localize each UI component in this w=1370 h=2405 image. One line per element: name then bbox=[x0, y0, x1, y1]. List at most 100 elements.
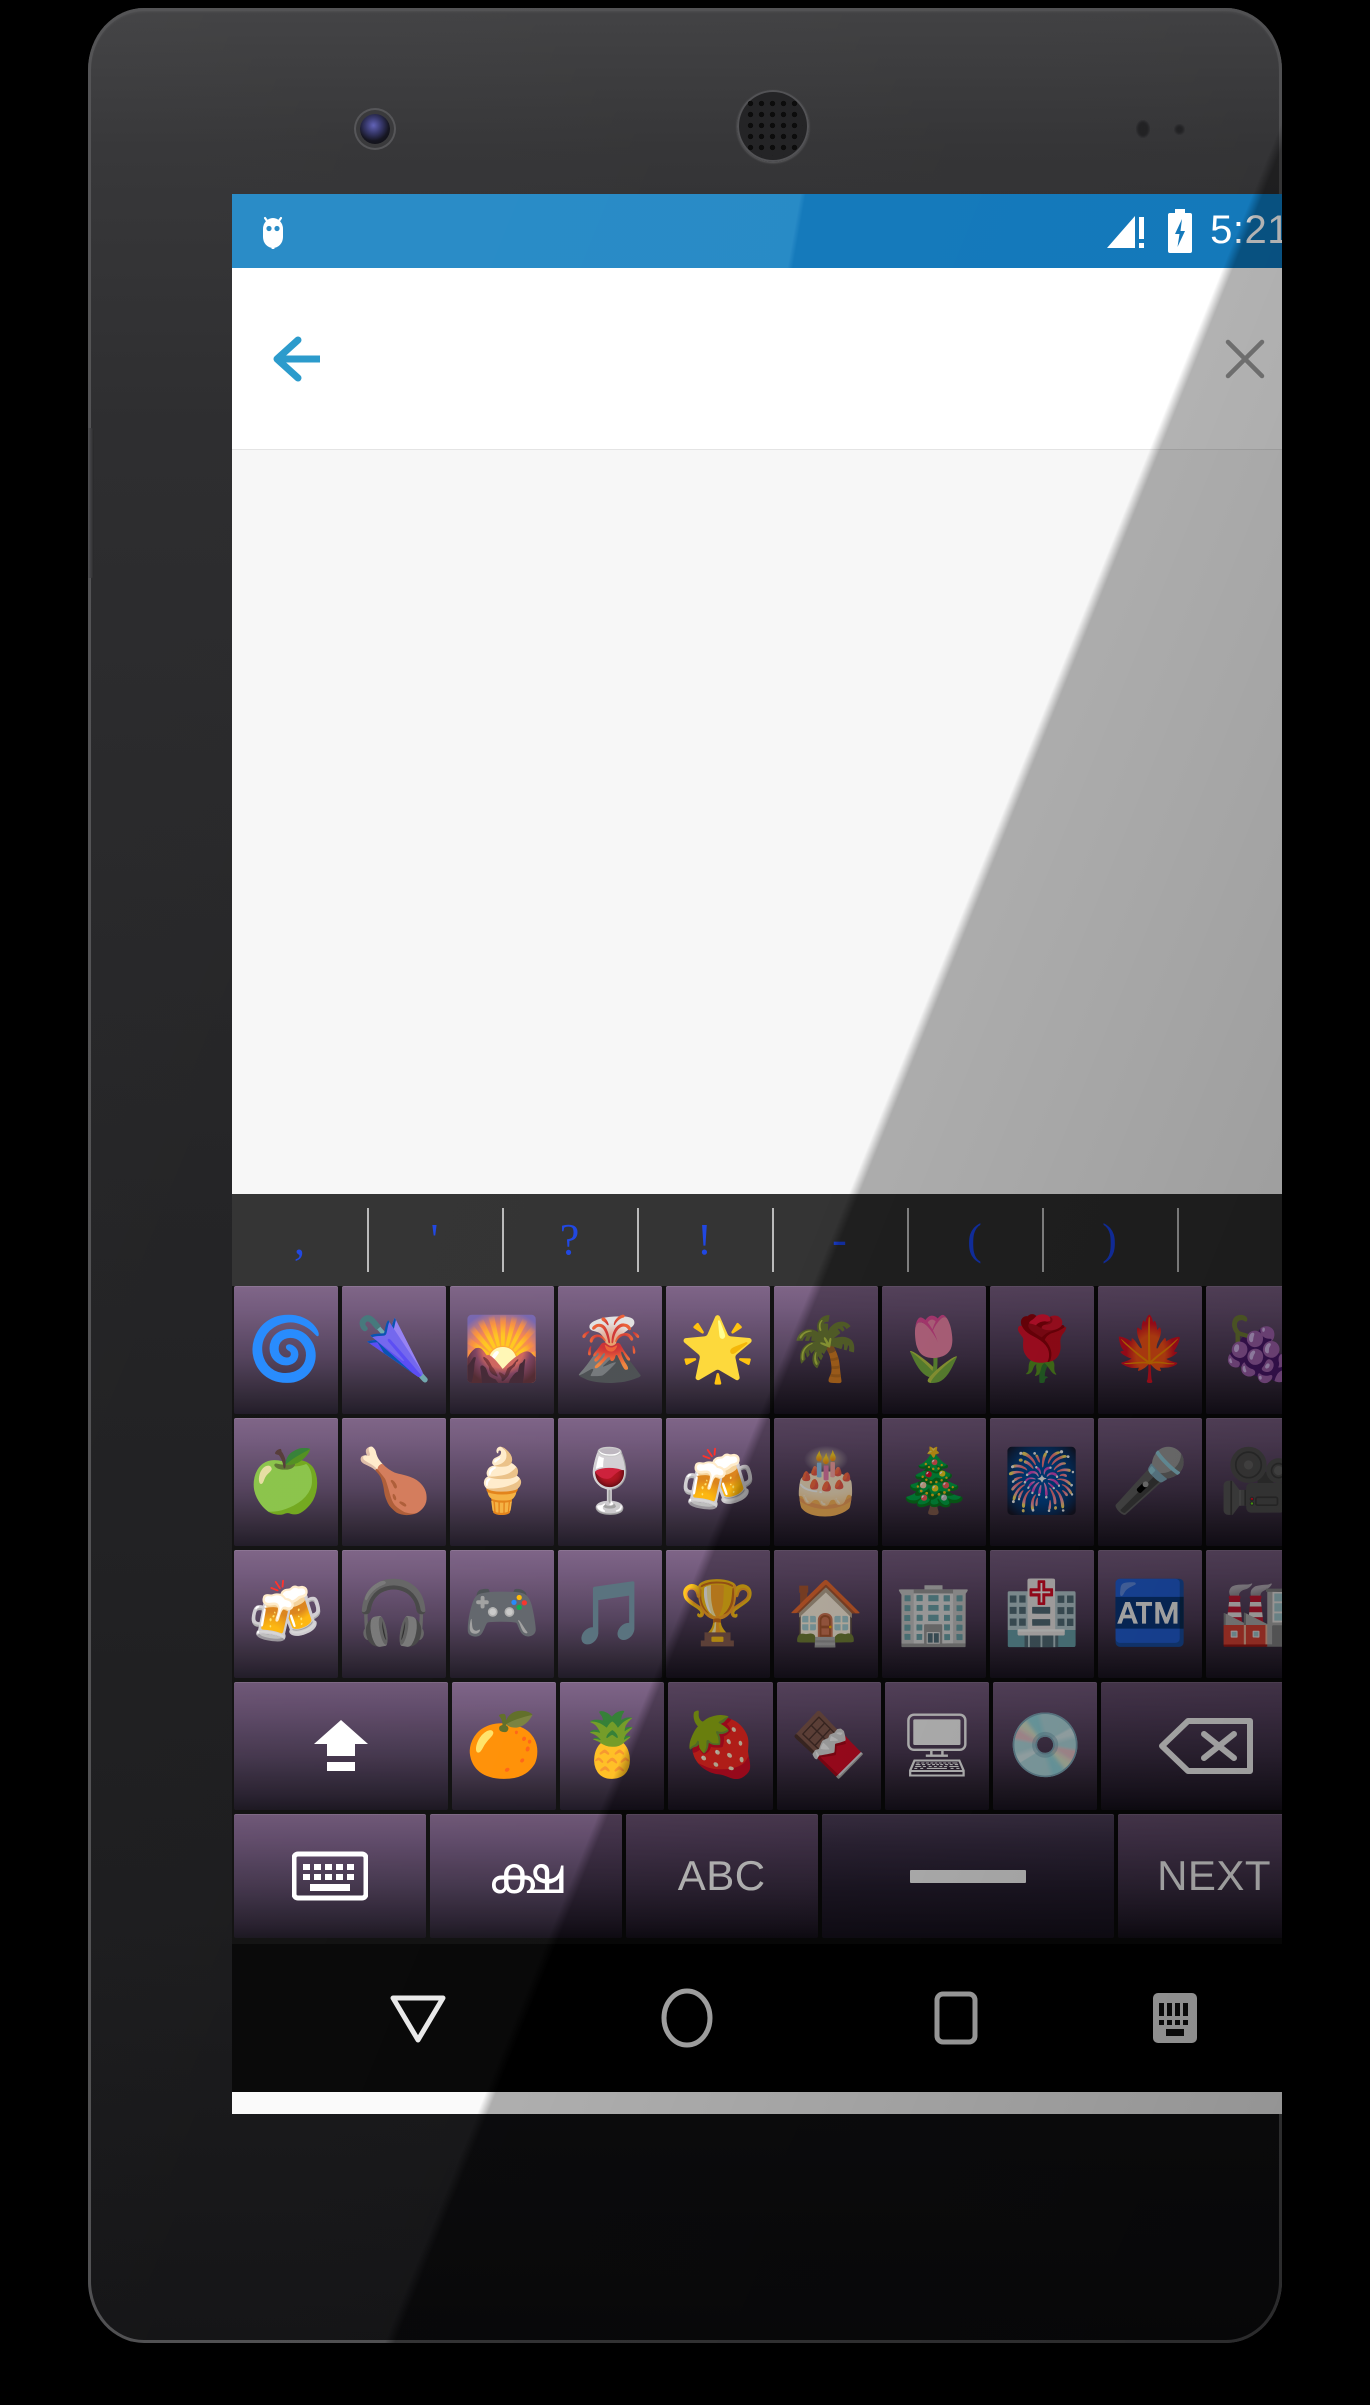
emoji-trophy[interactable]: 🏆 bbox=[666, 1550, 770, 1678]
emoji-closed-umbrella[interactable]: 🌂 bbox=[342, 1286, 446, 1414]
close-x-icon[interactable] bbox=[1222, 336, 1268, 382]
emoji-tangerine[interactable]: 🍊 bbox=[451, 1682, 557, 1810]
emoji-musical-note-glyph: 🎵 bbox=[571, 1579, 649, 1648]
emoji-closed-umbrella-glyph: 🌂 bbox=[355, 1315, 433, 1384]
recents-button[interactable] bbox=[821, 1989, 1090, 2047]
back-arrow-icon[interactable] bbox=[272, 332, 336, 386]
emoji-maple-leaf-glyph: 🍁 bbox=[1111, 1315, 1189, 1384]
emoji-pineapple-glyph: 🍍 bbox=[573, 1711, 651, 1780]
language-switch-key[interactable]: ക്ഷ bbox=[429, 1814, 622, 1938]
emoji-grapes-glyph: 🍇 bbox=[1219, 1315, 1282, 1384]
emoji-palm-tree[interactable]: 🌴 bbox=[774, 1286, 878, 1414]
emoji-grapes[interactable]: 🍇 bbox=[1206, 1286, 1282, 1414]
suggestion-exclamation-mark[interactable]: ! bbox=[637, 1194, 772, 1286]
emoji-glowing-star[interactable]: 🌟 bbox=[666, 1286, 770, 1414]
android-robot-icon bbox=[258, 212, 288, 250]
emoji-office-building[interactable]: 🏢 bbox=[882, 1550, 986, 1678]
emoji-factory-glyph: 🏭 bbox=[1219, 1579, 1282, 1648]
volume-button[interactable] bbox=[88, 428, 94, 578]
emoji-tulip-glyph: 🌷 bbox=[895, 1315, 973, 1384]
emoji-office-building-glyph: 🏢 bbox=[895, 1579, 973, 1648]
keyboard-switch-key[interactable] bbox=[234, 1814, 426, 1938]
emoji-clinking-beer-mugs-glyph: 🍻 bbox=[679, 1447, 757, 1516]
emoji-microphone[interactable]: 🎤 bbox=[1098, 1418, 1202, 1546]
emoji-musical-note[interactable]: 🎵 bbox=[558, 1550, 662, 1678]
suggestion-label: ' bbox=[430, 1215, 439, 1264]
emoji-desktop-computer[interactable]: 🖥 bbox=[884, 1682, 990, 1810]
suggestion-label: ( bbox=[967, 1215, 982, 1264]
phone-device-frame: 5:21 , '?! -() 🌀 🌂 🌄 🌋 🌟 🌴 🌷 🌹 🍁 🍇 🍏 🍗 🍦… bbox=[88, 8, 1282, 2343]
suggestion-hyphen[interactable]: - bbox=[772, 1194, 907, 1286]
emoji-atm-sign-glyph: 🏧 bbox=[1111, 1579, 1189, 1648]
malayalam-script-icon: ക്ഷ bbox=[487, 1846, 565, 1905]
emoji-christmas-tree-glyph: 🎄 bbox=[895, 1447, 973, 1516]
emoji-green-apple[interactable]: 🍏 bbox=[234, 1418, 338, 1546]
emoji-sunrise-over-mountains[interactable]: 🌄 bbox=[450, 1286, 554, 1414]
emoji-keyboard: , '?! - () 🌀 🌂 🌄 🌋 🌟 🌴 🌷 🌹 🍁 🍇 🍏 🍗 🍦 🍷 🍻 🎂 🎄 🎆 🎤 🎥 🍻 🎧 🎮 🎵 🏆 🏠 🏢 🏥 🏧 🏭 🍊 🍍… bbox=[232, 1194, 1282, 1944]
status-bar-left bbox=[258, 212, 288, 250]
circle-icon bbox=[658, 1987, 716, 2049]
emoji-optical-disc[interactable]: 💿 bbox=[993, 1682, 1098, 1810]
shift-key[interactable] bbox=[234, 1682, 448, 1810]
emoji-factory[interactable]: 🏭 bbox=[1206, 1550, 1282, 1678]
emoji-soft-ice-cream-glyph: 🍦 bbox=[463, 1447, 541, 1516]
abc-mode-key[interactable]: ABC bbox=[625, 1814, 818, 1938]
app-bar bbox=[232, 268, 1282, 450]
emoji-volcano-glyph: 🌋 bbox=[571, 1315, 649, 1384]
backspace-icon bbox=[1158, 1715, 1254, 1777]
backspace-key[interactable] bbox=[1101, 1682, 1282, 1810]
emoji-clinking-beer-mugs-2[interactable]: 🍻 bbox=[234, 1550, 338, 1678]
emoji-atm-sign[interactable]: 🏧 bbox=[1098, 1550, 1202, 1678]
emoji-fireworks[interactable]: 🎆 bbox=[990, 1418, 1094, 1546]
emoji-tangerine-glyph: 🍊 bbox=[465, 1711, 543, 1780]
emoji-video-game[interactable]: 🎮 bbox=[450, 1550, 554, 1678]
emoji-hospital[interactable]: 🏥 bbox=[990, 1550, 1094, 1678]
keyboard-indicator[interactable] bbox=[1090, 1989, 1260, 2047]
triangle-down-icon bbox=[387, 1990, 449, 2046]
emoji-pineapple[interactable]: 🍍 bbox=[560, 1682, 665, 1810]
emoji-strawberry[interactable]: 🍓 bbox=[668, 1682, 773, 1810]
emoji-volcano[interactable]: 🌋 bbox=[558, 1286, 662, 1414]
suggestion-close-paren[interactable]: ) bbox=[1042, 1194, 1177, 1286]
emoji-poultry-leg-glyph: 🍗 bbox=[355, 1447, 433, 1516]
keyboard-icon bbox=[1148, 1989, 1202, 2047]
space-key[interactable] bbox=[821, 1814, 1115, 1938]
emoji-christmas-tree[interactable]: 🎄 bbox=[882, 1418, 986, 1546]
emoji-wine-glass[interactable]: 🍷 bbox=[558, 1418, 662, 1546]
emoji-video-game-glyph: 🎮 bbox=[463, 1579, 541, 1648]
emoji-desktop-computer-glyph: 🖥 bbox=[897, 1711, 977, 1780]
emoji-headphone[interactable]: 🎧 bbox=[342, 1550, 446, 1678]
emoji-birthday-cake[interactable]: 🎂 bbox=[774, 1418, 878, 1546]
emoji-tulip[interactable]: 🌷 bbox=[882, 1286, 986, 1414]
suggestion-label: ! bbox=[697, 1215, 712, 1264]
text-content-area[interactable] bbox=[232, 450, 1282, 1194]
suggestion-empty[interactable] bbox=[1177, 1194, 1282, 1286]
emoji-house[interactable]: 🏠 bbox=[774, 1550, 878, 1678]
back-button[interactable] bbox=[284, 1990, 553, 2046]
light-sensor-icon bbox=[1174, 124, 1185, 135]
emoji-fireworks-glyph: 🎆 bbox=[1003, 1447, 1081, 1516]
next-key[interactable]: NEXT bbox=[1118, 1814, 1282, 1938]
emoji-rose[interactable]: 🌹 bbox=[990, 1286, 1094, 1414]
suggestion-comma[interactable]: , bbox=[232, 1194, 367, 1286]
emoji-cyclone[interactable]: 🌀 bbox=[234, 1286, 338, 1414]
emoji-sunrise-over-mountains-glyph: 🌄 bbox=[463, 1315, 541, 1384]
emoji-wine-glass-glyph: 🍷 bbox=[571, 1447, 649, 1516]
emoji-poultry-leg[interactable]: 🍗 bbox=[342, 1418, 446, 1546]
suggestion-question-mark[interactable]: ? bbox=[502, 1194, 637, 1286]
emoji-key-row-1: 🌀 🌂 🌄 🌋 🌟 🌴 🌷 🌹 🍁 🍇 bbox=[232, 1286, 1282, 1418]
emoji-chocolate-bar[interactable]: 🍫 bbox=[776, 1682, 881, 1810]
emoji-clinking-beer-mugs[interactable]: 🍻 bbox=[666, 1418, 770, 1546]
emoji-birthday-cake-glyph: 🎂 bbox=[787, 1447, 865, 1516]
emoji-trophy-glyph: 🏆 bbox=[679, 1579, 757, 1648]
punctuation-suggestion-strip: , '?! - () bbox=[232, 1194, 1282, 1286]
emoji-soft-ice-cream[interactable]: 🍦 bbox=[450, 1418, 554, 1546]
emoji-hospital-glyph: 🏥 bbox=[1003, 1579, 1081, 1648]
emoji-maple-leaf[interactable]: 🍁 bbox=[1098, 1286, 1202, 1414]
suggestion-open-paren[interactable]: ( bbox=[907, 1194, 1042, 1286]
abc-mode-key-label: ABC bbox=[677, 1852, 766, 1899]
home-button[interactable] bbox=[553, 1987, 822, 2049]
emoji-movie-camera[interactable]: 🎥 bbox=[1206, 1418, 1282, 1546]
next-key-label: NEXT bbox=[1157, 1852, 1272, 1899]
suggestion-apostrophe[interactable]: ' bbox=[367, 1194, 502, 1286]
